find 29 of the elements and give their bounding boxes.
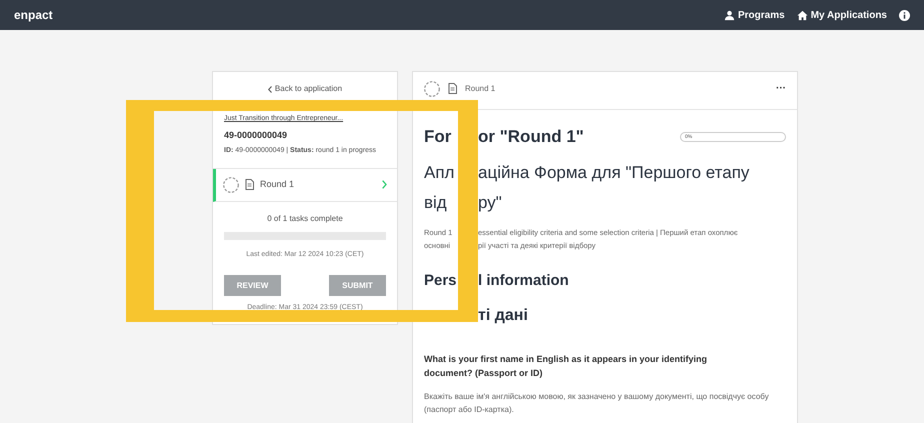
document-icon [245,179,254,190]
application-number: 49-0000000049 [224,128,288,142]
chevron-left-icon [268,86,272,92]
question-text: What is your first name in English as it appears in your identifying document? (Passport or ID) [424,353,708,380]
section-heading-ukrainian: ті дані [478,306,528,326]
status-circle-icon [223,176,239,192]
home-icon [796,10,808,20]
info-icon[interactable] [899,10,910,20]
form-title: For [424,127,452,146]
section-heading: Pers [424,272,457,288]
back-link[interactable]: Back to application [268,83,342,95]
more-menu-button[interactable]: ··· [776,81,786,96]
question-hint: Вкажіть ваше ім'я англійською мовою, як зазначено у вашому документі, що посвідчує особу (паспорт або ID-картка). [424,391,770,416]
chevron-right-icon [382,180,387,189]
form-title-ukrainian: Апл [424,162,454,182]
people-icon [724,10,735,20]
form-header-title: Round 1 [465,82,496,94]
form-title-ukrainian: ру" [478,192,502,214]
nav-link[interactable]: My Applications [796,8,887,22]
document-icon [448,83,457,94]
status-circle-icon [424,80,440,96]
progress-text: 0 of 1 tasks complete [267,212,343,224]
brand-logo[interactable]: enpact [14,6,53,24]
form-title: or "Round 1" [478,126,584,148]
section-heading: l information [478,270,569,290]
form-title-ukrainian: аційна Форма для "Першого етапу [478,162,750,184]
task-item[interactable]: Round 1 [213,168,397,202]
nav-link[interactable]: Programs [724,8,785,22]
form-title-ukrainian: від [424,192,447,212]
